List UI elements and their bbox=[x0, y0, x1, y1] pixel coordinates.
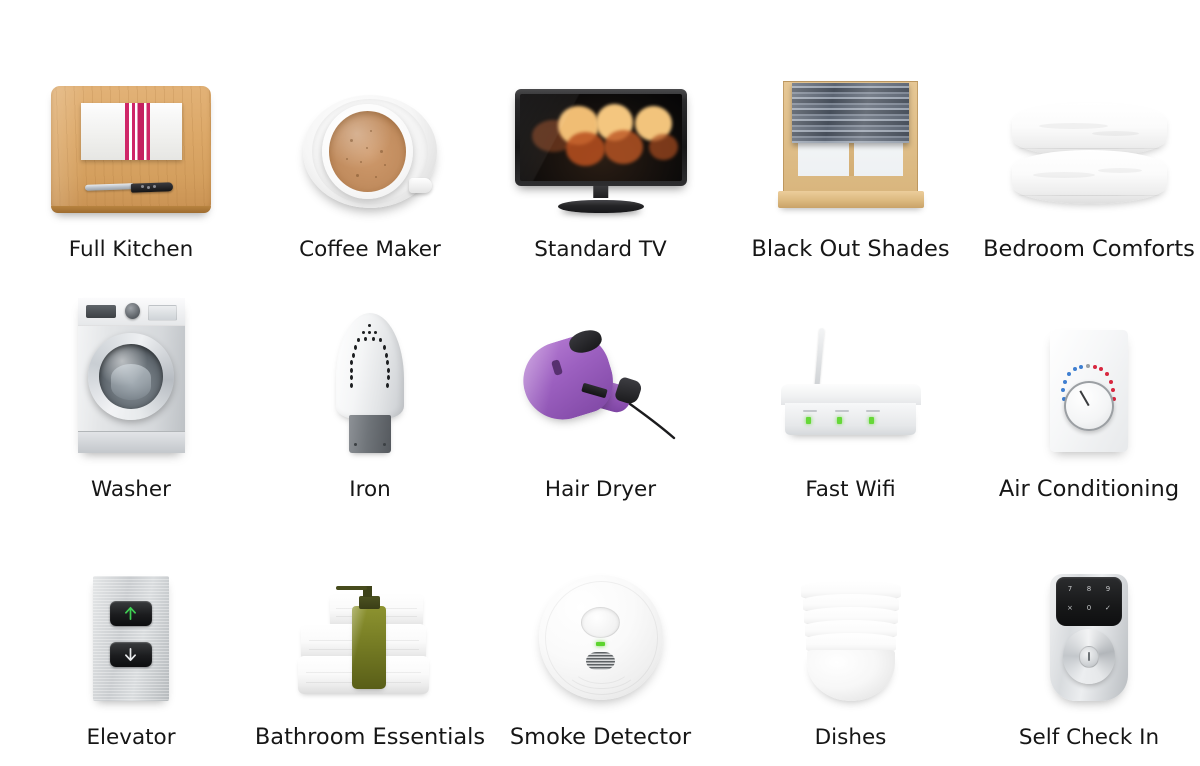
amenity-label-iron: Iron bbox=[349, 476, 391, 502]
amenity-label-hair-dryer: Hair Dryer bbox=[544, 476, 657, 502]
stacked-pillows-icon bbox=[1011, 102, 1167, 208]
amenity-item-coffee-maker[interactable]: Coffee Maker bbox=[262, 30, 478, 260]
smart-keypad-lock-icon: 7 8 9 × 0 ✓ bbox=[1050, 573, 1128, 701]
amenity-item-air-conditioning[interactable]: Air Conditioning bbox=[978, 272, 1200, 500]
elevator-call-buttons-icon bbox=[93, 575, 169, 701]
amenity-label-dishes: Dishes bbox=[814, 724, 887, 750]
amenity-item-hair-dryer[interactable]: Hair Dryer bbox=[478, 272, 723, 500]
lock-key-clear[interactable]: × bbox=[1063, 605, 1077, 612]
lock-key-enter[interactable]: ✓ bbox=[1101, 605, 1115, 612]
amenity-label-standard-tv: Standard TV bbox=[534, 236, 667, 262]
window-blinds-icon bbox=[777, 80, 924, 208]
amenity-label-black-out-shades: Black Out Shades bbox=[751, 235, 950, 262]
amenity-label-fast-wifi: Fast Wifi bbox=[805, 476, 896, 502]
cutting-board-knife-towel-icon bbox=[51, 85, 211, 213]
lock-key-7[interactable]: 7 bbox=[1063, 585, 1077, 593]
thermostat-dial-icon bbox=[1050, 329, 1128, 452]
stacked-bowls-icon bbox=[800, 580, 901, 701]
elevator-down-button[interactable] bbox=[110, 641, 152, 667]
arrow-up-icon bbox=[125, 606, 137, 620]
amenity-item-bathroom-essentials[interactable]: Bathroom Essentials bbox=[255, 520, 485, 748]
lock-key-0[interactable]: 0 bbox=[1082, 605, 1096, 612]
amenity-label-air-conditioning: Air Conditioning bbox=[998, 475, 1180, 502]
lock-key-8[interactable]: 8 bbox=[1082, 585, 1096, 593]
amenity-item-self-check-in[interactable]: 7 8 9 × 0 ✓ Self Check In bbox=[978, 520, 1200, 748]
coffee-cup-saucer-icon bbox=[303, 91, 437, 213]
wifi-router-icon bbox=[780, 327, 921, 453]
amenity-label-bedroom-comforts: Bedroom Comforts bbox=[983, 235, 1195, 262]
amenity-item-smoke-detector[interactable]: Smoke Detector bbox=[478, 520, 723, 748]
amenity-item-black-out-shades[interactable]: Black Out Shades bbox=[723, 30, 978, 260]
smoke-detector-icon bbox=[538, 574, 663, 700]
amenity-item-dishes[interactable]: Dishes bbox=[723, 520, 978, 748]
amenity-label-full-kitchen: Full Kitchen bbox=[68, 236, 194, 262]
amenity-item-full-kitchen[interactable]: Full Kitchen bbox=[0, 30, 262, 260]
hair-dryer-icon bbox=[513, 326, 683, 453]
amenity-label-coffee-maker: Coffee Maker bbox=[299, 236, 441, 262]
amenity-label-elevator: Elevator bbox=[86, 724, 176, 750]
amenity-item-iron[interactable]: Iron bbox=[262, 272, 478, 500]
lock-key-9[interactable]: 9 bbox=[1101, 585, 1115, 593]
towels-soap-dispenser-icon bbox=[290, 582, 450, 700]
clothes-iron-icon bbox=[336, 312, 404, 453]
amenity-label-self-check-in: Self Check In bbox=[1018, 724, 1160, 750]
amenity-item-fast-wifi[interactable]: Fast Wifi bbox=[723, 272, 978, 500]
amenities-grid: Full Kitchen Coffee Maker Standard TV Bl… bbox=[0, 0, 1200, 766]
amenity-label-bathroom-essentials: Bathroom Essentials bbox=[254, 723, 486, 750]
amenity-item-standard-tv[interactable]: Standard TV bbox=[478, 30, 723, 260]
elevator-up-button[interactable] bbox=[110, 600, 152, 626]
washing-machine-icon bbox=[77, 297, 185, 453]
amenity-item-bedroom-comforts[interactable]: Bedroom Comforts bbox=[978, 30, 1200, 260]
amenity-item-elevator[interactable]: Elevator bbox=[0, 520, 262, 748]
amenity-label-washer: Washer bbox=[91, 476, 171, 502]
arrow-down-icon bbox=[125, 647, 137, 661]
dryer-cord-icon bbox=[628, 402, 676, 439]
amenity-item-washer[interactable]: Washer bbox=[0, 272, 262, 500]
amenity-label-smoke-detector: Smoke Detector bbox=[509, 723, 692, 750]
flatscreen-television-icon bbox=[514, 88, 687, 213]
